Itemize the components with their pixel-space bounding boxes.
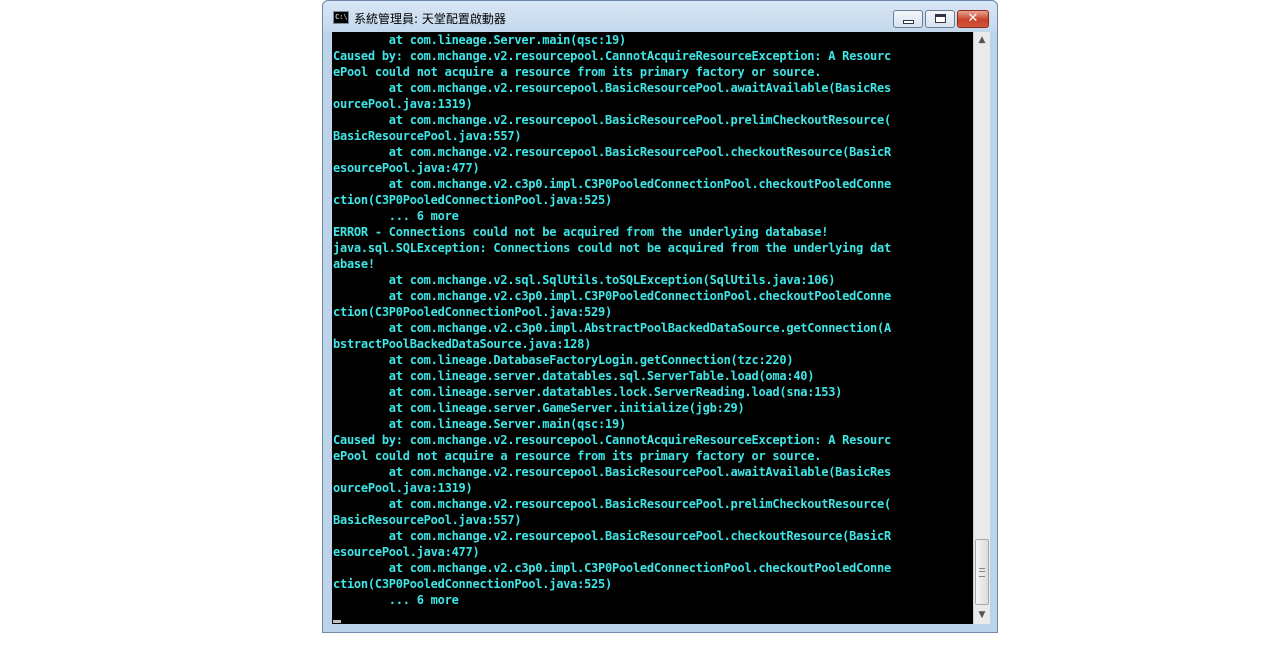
vertical-scrollbar[interactable]: ▲ ▼ [973, 32, 990, 624]
console-line: at com.lineage.DatabaseFactoryLogin.getC… [333, 353, 794, 367]
console-line: esourcePool.java:477) [333, 545, 480, 559]
console-line: java.sql.SQLException: Connections could… [333, 241, 891, 255]
maximize-button[interactable] [925, 10, 955, 28]
console-line: ePool could not acquire a resource from … [333, 65, 822, 79]
console-line: ... 6 more [333, 593, 459, 607]
console-line: at com.mchange.v2.c3p0.impl.C3P0PooledCo… [333, 289, 891, 303]
console-line: at com.lineage.Server.main(qsc:19) [333, 33, 626, 47]
console-line: at com.lineage.server.datatables.sql.Ser… [333, 369, 815, 383]
console-text: at com.lineage.Server.main(qsc:19) Cause… [332, 32, 973, 608]
console-output[interactable]: at com.lineage.Server.main(qsc:19) Cause… [332, 32, 973, 624]
close-icon: ✕ [967, 11, 979, 26]
console-line: at com.mchange.v2.resourcepool.BasicReso… [333, 81, 891, 95]
console-line: ePool could not acquire a resource from … [333, 449, 822, 463]
console-line: ction(C3P0PooledConnectionPool.java:529) [333, 305, 612, 319]
console-line: esourcePool.java:477) [333, 161, 480, 175]
console-line: at com.mchange.v2.resourcepool.BasicReso… [333, 529, 891, 543]
console-line: ourcePool.java:1319) [333, 97, 473, 111]
console-line: Caused by: com.mchange.v2.resourcepool.C… [333, 49, 891, 63]
console-line: BasicResourcePool.java:557) [333, 129, 522, 143]
console-window: C:\ 系統管理員: 天堂配置啟動器 ✕ at com.lineage.Serv… [322, 0, 998, 633]
console-line: at com.mchange.v2.c3p0.impl.C3P0PooledCo… [333, 177, 891, 191]
console-line: BasicResourcePool.java:557) [333, 513, 522, 527]
window-title: 系統管理員: 天堂配置啟動器 [354, 12, 506, 26]
grip-icon [979, 568, 985, 577]
console-line: at com.mchange.v2.resourcepool.BasicReso… [333, 497, 891, 511]
console-line: at com.mchange.v2.c3p0.impl.C3P0PooledCo… [333, 561, 891, 575]
minimize-button[interactable] [893, 10, 923, 28]
scroll-up-icon[interactable]: ▲ [974, 32, 990, 49]
minimize-icon [903, 20, 914, 24]
console-line: abase! [333, 257, 375, 271]
scroll-down-icon[interactable]: ▼ [974, 607, 990, 624]
console-line: ... 6 more [333, 209, 459, 223]
console-line: ction(C3P0PooledConnectionPool.java:525) [333, 577, 612, 591]
console-line: at com.lineage.server.GameServer.initial… [333, 401, 745, 415]
text-cursor [333, 620, 341, 623]
console-line: bstractPoolBackedDataSource.java:128) [333, 337, 592, 351]
console-line: at com.lineage.Server.main(qsc:19) [333, 417, 626, 431]
console-line: ction(C3P0PooledConnectionPool.java:525) [333, 193, 612, 207]
console-line: Caused by: com.mchange.v2.resourcepool.C… [333, 433, 891, 447]
console-line: at com.mchange.v2.resourcepool.BasicReso… [333, 113, 891, 127]
console-line: at com.mchange.v2.sql.SqlUtils.toSQLExce… [333, 273, 836, 287]
console-line: at com.mchange.v2.c3p0.impl.AbstractPool… [333, 321, 891, 335]
console-line: at com.mchange.v2.resourcepool.BasicReso… [333, 145, 891, 159]
console-line: ourcePool.java:1319) [333, 481, 473, 495]
console-app-icon[interactable]: C:\ [333, 11, 349, 24]
console-line: at com.mchange.v2.resourcepool.BasicReso… [333, 465, 891, 479]
maximize-icon [935, 14, 946, 23]
title-bar[interactable]: C:\ 系統管理員: 天堂配置啟動器 ✕ [323, 1, 997, 33]
close-button[interactable]: ✕ [957, 10, 989, 28]
console-line: at com.lineage.server.datatables.lock.Se… [333, 385, 843, 399]
console-line: ERROR - Connections could not be acquire… [333, 225, 829, 239]
scrollbar-thumb[interactable] [975, 539, 989, 605]
